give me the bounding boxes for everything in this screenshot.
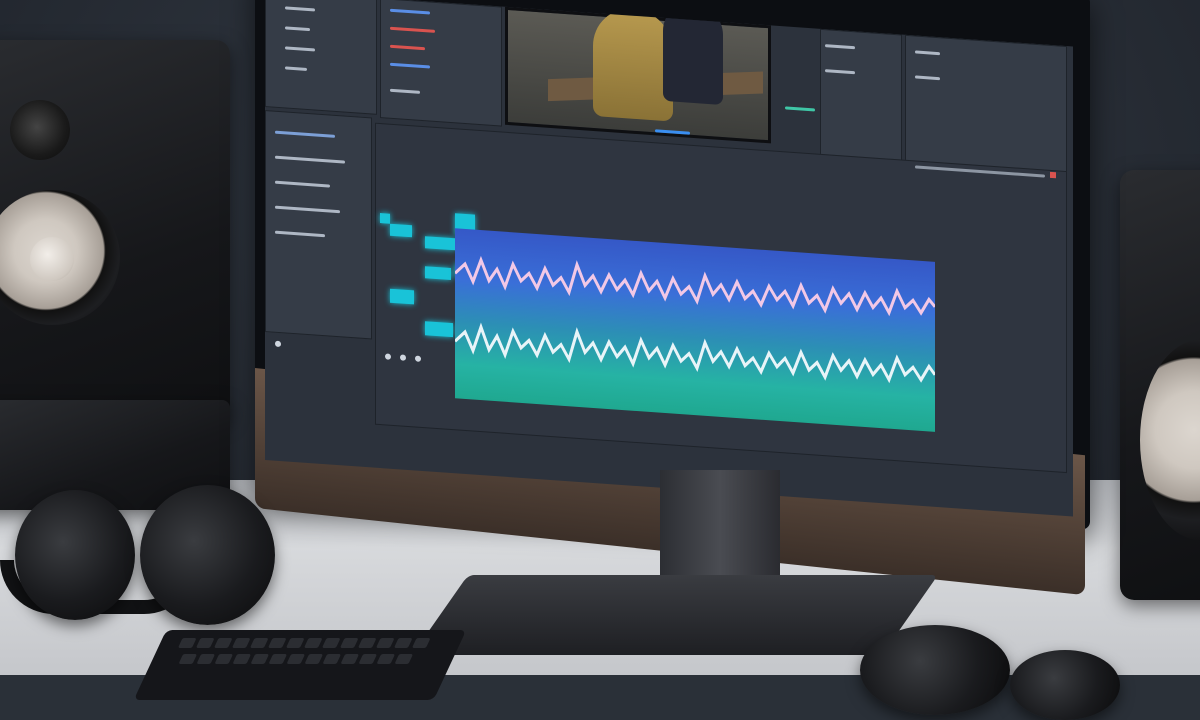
keyboard-key [411, 638, 431, 648]
keyboard-key [249, 638, 269, 648]
video-preview-viewer [505, 0, 771, 144]
keyboard-key [340, 654, 360, 664]
status-indicator [385, 353, 391, 360]
keyboard-key [393, 638, 413, 648]
keyboard-key [232, 654, 252, 664]
keyboard-key [321, 638, 341, 648]
keyboard-key [178, 654, 198, 664]
status-indicator [275, 340, 281, 348]
left-woofer-cap [30, 237, 74, 281]
second-headphones-cup [860, 625, 1010, 715]
keyboard-key [303, 638, 323, 648]
status-indicator [415, 355, 421, 362]
keyboard-key [322, 654, 342, 664]
keyboard-key [268, 654, 288, 664]
status-indicator [400, 354, 406, 361]
clip-marker [425, 236, 455, 251]
clip-marker [425, 321, 453, 338]
keyboard-key [358, 654, 378, 664]
audio-waveform [455, 228, 935, 432]
keyboard-key [213, 638, 233, 648]
clip-marker [425, 266, 451, 281]
list-item [785, 106, 815, 112]
keyboard-key [375, 638, 395, 648]
editing-software-screen [265, 0, 1073, 517]
clip-marker [380, 213, 390, 224]
keyboard-key [250, 654, 270, 664]
keyboard [133, 630, 467, 700]
keyboard-key [214, 654, 234, 664]
keyboard-key [304, 654, 324, 664]
project-panel [265, 0, 377, 115]
keyboard-key [394, 654, 414, 664]
keyboard-key [357, 638, 377, 648]
keyboard-key [177, 638, 197, 648]
clip-marker [390, 223, 412, 238]
second-headphones-cup-2 [1010, 650, 1120, 720]
preview-person [593, 5, 673, 122]
track-list-panel [265, 110, 372, 340]
monitor-stand-base [411, 575, 939, 655]
keyboard-key [267, 638, 287, 648]
left-tweeter [10, 100, 70, 160]
headphones-cup-right [140, 485, 275, 625]
keyboard-key [286, 654, 306, 664]
keyboard-key [195, 638, 215, 648]
keyboard-key [339, 638, 359, 648]
keyboard-key [376, 654, 396, 664]
keyboard-key [231, 638, 251, 648]
keyboard-key [196, 654, 216, 664]
record-indicator [1050, 171, 1056, 179]
keyboard-key [285, 638, 305, 648]
headphones-cup-left [15, 490, 135, 620]
clip-marker [390, 288, 414, 305]
